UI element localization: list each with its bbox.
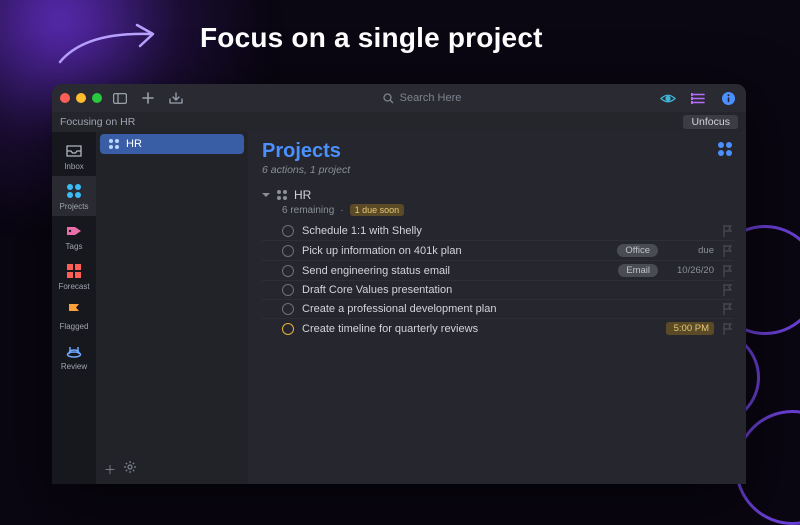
task-flag-icon[interactable] bbox=[722, 245, 734, 257]
task-checkbox[interactable] bbox=[282, 284, 294, 296]
task-checkbox[interactable] bbox=[282, 245, 294, 257]
arrow-icon bbox=[55, 22, 165, 70]
search-field[interactable]: Search Here bbox=[194, 92, 650, 104]
eye-icon[interactable] bbox=[658, 88, 678, 108]
task-checkbox[interactable] bbox=[282, 303, 294, 315]
projects-subtitle: 6 actions, 1 project bbox=[262, 164, 350, 176]
task-tag[interactable]: Email bbox=[618, 264, 658, 277]
task-checkbox[interactable] bbox=[282, 323, 294, 335]
sidebar-footer: ＋ bbox=[96, 455, 248, 484]
projects-icon bbox=[65, 182, 83, 200]
task-label: Pick up information on 401k plan bbox=[302, 245, 609, 257]
rail-label: Forecast bbox=[58, 282, 89, 291]
projects-icon bbox=[108, 138, 120, 150]
unfocus-button[interactable]: Unfocus bbox=[683, 115, 738, 129]
titlebar: Search Here bbox=[52, 84, 746, 112]
due-soon-pill: 1 due soon bbox=[350, 204, 405, 216]
window-controls bbox=[60, 93, 102, 103]
inbox-icon bbox=[65, 142, 83, 160]
task-label: Create a professional development plan bbox=[302, 303, 714, 315]
projects-icon bbox=[276, 189, 288, 201]
rail-item-flagged[interactable]: Flagged bbox=[52, 296, 96, 336]
task-label: Schedule 1:1 with Shelly bbox=[302, 225, 714, 237]
chevron-down-icon bbox=[262, 191, 270, 199]
projects-heading: Projects bbox=[262, 140, 350, 163]
rail-item-review[interactable]: Review bbox=[52, 336, 96, 376]
task-list: Schedule 1:1 with Shelly Pick up informat… bbox=[262, 222, 734, 338]
task-checkbox[interactable] bbox=[282, 265, 294, 277]
perspective-rail: Inbox Projects Tags Forecast Flagged Rev… bbox=[52, 132, 96, 484]
zoom-button[interactable] bbox=[92, 93, 102, 103]
task-flag-icon[interactable] bbox=[722, 303, 734, 315]
task-meta: 10/26/20 bbox=[666, 265, 714, 276]
task-checkbox[interactable] bbox=[282, 225, 294, 237]
task-row[interactable]: Pick up information on 401k plan Office du… bbox=[262, 240, 734, 260]
search-placeholder: Search Here bbox=[400, 92, 462, 104]
task-row[interactable]: Create a professional development plan bbox=[262, 299, 734, 318]
add-button[interactable]: ＋ bbox=[104, 461, 116, 478]
task-label: Create timeline for quarterly reviews bbox=[302, 323, 658, 335]
main-panel: Projects 6 actions, 1 project HR 6 remai… bbox=[248, 132, 746, 484]
task-flag-icon[interactable] bbox=[722, 225, 734, 237]
rail-label: Review bbox=[61, 362, 87, 371]
rail-label: Inbox bbox=[64, 162, 84, 171]
rail-item-projects[interactable]: Projects bbox=[52, 176, 96, 216]
project-sidebar: HR ＋ bbox=[96, 132, 248, 484]
review-icon bbox=[65, 342, 83, 360]
forecast-icon bbox=[65, 262, 83, 280]
rail-item-inbox[interactable]: Inbox bbox=[52, 136, 96, 176]
list-view-icon[interactable] bbox=[688, 88, 708, 108]
project-group-hr: HR 6 remaining · 1 due soon Schedule 1:1… bbox=[262, 188, 734, 338]
group-remaining: 6 remaining bbox=[282, 205, 334, 216]
rail-label: Tags bbox=[66, 242, 83, 251]
task-tag[interactable]: Office bbox=[617, 244, 658, 257]
group-header[interactable]: HR bbox=[262, 188, 734, 202]
new-button[interactable] bbox=[138, 88, 158, 108]
task-meta: due bbox=[666, 245, 714, 256]
group-subtitle: 6 remaining · 1 due soon bbox=[282, 204, 734, 216]
group-name: HR bbox=[294, 188, 311, 202]
main-header: Projects 6 actions, 1 project bbox=[262, 140, 734, 176]
rail-label: Flagged bbox=[60, 322, 89, 331]
info-icon[interactable] bbox=[718, 88, 738, 108]
task-label: Send engineering status email bbox=[302, 265, 610, 277]
rail-label: Projects bbox=[60, 202, 89, 211]
close-button[interactable] bbox=[60, 93, 70, 103]
minimize-button[interactable] bbox=[76, 93, 86, 103]
task-row[interactable]: Schedule 1:1 with Shelly bbox=[262, 222, 734, 240]
task-row[interactable]: Send engineering status email Email 10/26/… bbox=[262, 260, 734, 280]
focus-text: Focusing on HR bbox=[60, 116, 135, 128]
task-row[interactable]: Draft Core Values presentation bbox=[262, 280, 734, 299]
task-label: Draft Core Values presentation bbox=[302, 284, 714, 296]
sidebar-project-hr[interactable]: HR bbox=[100, 134, 244, 154]
task-flag-icon[interactable] bbox=[722, 265, 734, 277]
quick-entry-button[interactable] bbox=[166, 88, 186, 108]
window-body: Inbox Projects Tags Forecast Flagged Rev… bbox=[52, 132, 746, 484]
toggle-sidebar-button[interactable] bbox=[110, 88, 130, 108]
task-row[interactable]: Create timeline for quarterly reviews 5:0… bbox=[262, 318, 734, 338]
sidebar-project-label: HR bbox=[126, 138, 142, 150]
rail-item-tags[interactable]: Tags bbox=[52, 216, 96, 256]
tag-icon bbox=[65, 222, 83, 240]
rail-item-forecast[interactable]: Forecast bbox=[52, 256, 96, 296]
app-window: Search Here Focusing on HR Unfocus Inbox bbox=[52, 84, 746, 484]
task-flag-icon[interactable] bbox=[722, 323, 734, 335]
hero-title: Focus on a single project bbox=[200, 22, 543, 54]
settings-gear-icon[interactable] bbox=[124, 461, 136, 478]
focus-bar: Focusing on HR Unfocus bbox=[52, 112, 746, 132]
task-flag-icon[interactable] bbox=[722, 284, 734, 296]
task-meta: 5:00 PM bbox=[666, 322, 714, 335]
flag-icon bbox=[65, 302, 83, 320]
view-options-icon[interactable] bbox=[716, 140, 734, 163]
